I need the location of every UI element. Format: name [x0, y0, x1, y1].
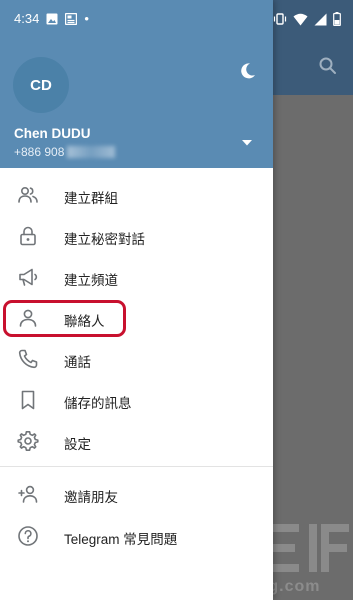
gallery-notification-icon [46, 13, 58, 24]
menu-item-telegram-faq[interactable]: Telegram 常見問題 [0, 516, 273, 556]
menu-item-invite-friends[interactable]: 邀請朋友 [0, 474, 273, 514]
group-icon [18, 187, 38, 203]
news-notification-icon [65, 12, 78, 25]
phone-icon [18, 349, 38, 369]
status-time: 4:34 [14, 11, 40, 26]
question-icon [18, 526, 38, 546]
menu-item-contacts[interactable]: 聯絡人 [0, 298, 273, 338]
add-person-icon [18, 485, 38, 503]
navigation-drawer: CD Chen DUDU +886 908 建立群組 建立秘密對話 建立頻道 聯… [0, 0, 273, 600]
menu-item-label: 建立秘密對話 [64, 232, 145, 247]
menu-item-label: 儲存的訊息 [64, 396, 132, 411]
menu-item-label: 設定 [64, 437, 91, 452]
menu-item-calls[interactable]: 通話 [0, 339, 273, 379]
status-dot: • [84, 11, 89, 26]
menu-item-settings[interactable]: 設定 [0, 421, 273, 461]
menu-item-label: 聯絡人 [64, 314, 105, 329]
person-icon [19, 309, 37, 327]
lock-icon [20, 226, 36, 246]
menu-item-label: 邀請朋友 [64, 490, 118, 505]
account-phone-number: +886 908 [14, 145, 65, 159]
phone-redaction [67, 146, 116, 158]
night-mode-icon[interactable] [237, 61, 257, 81]
menu-item-saved-messages[interactable]: 儲存的訊息 [0, 380, 273, 420]
menu-item-new-channel[interactable]: 建立頻道 [0, 257, 273, 297]
account-phone: +886 908 [14, 145, 116, 159]
vibrate-icon [273, 13, 287, 25]
menu-item-new-group[interactable]: 建立群組 [0, 175, 273, 215]
search-icon[interactable] [318, 56, 338, 76]
status-bar: 4:34 • [0, 0, 353, 40]
account-name: Chen DUDU [14, 126, 91, 141]
menu-item-label: 建立群組 [64, 191, 118, 206]
avatar[interactable]: CD [13, 57, 69, 113]
megaphone-icon [19, 268, 38, 286]
menu-divider [0, 466, 273, 467]
battery-icon [333, 12, 341, 26]
avatar-initials: CD [30, 76, 52, 94]
signal-icon [314, 13, 327, 25]
gear-icon [17, 431, 39, 451]
bookmark-icon [21, 390, 35, 410]
menu-item-new-secret-chat[interactable]: 建立秘密對話 [0, 216, 273, 256]
menu-item-label: Telegram 常見問題 [64, 532, 178, 547]
wifi-icon [293, 13, 308, 25]
menu-item-label: 通話 [64, 355, 91, 370]
menu-item-label: 建立頻道 [64, 273, 118, 288]
chevron-down-icon[interactable] [240, 138, 254, 148]
